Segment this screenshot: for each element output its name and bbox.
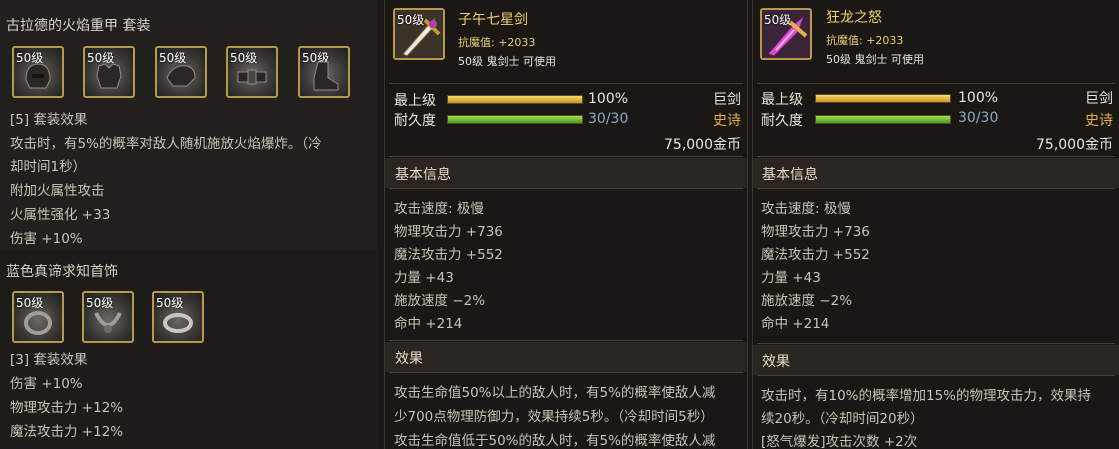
item-level: 50级: [764, 13, 792, 27]
set-item-slot[interactable]: 50级: [152, 291, 204, 343]
necklace-icon: [94, 312, 122, 333]
set-item-slot[interactable]: 50级: [12, 46, 64, 98]
item-name: 狂龙之怒: [826, 10, 882, 26]
item-tooltip: 50级 狂龙之怒 抗魔值: +2033 50级 鬼剑士 可使用 最上级 100%…: [752, 0, 1119, 449]
stat-line: 施放速度 −2%: [394, 293, 486, 309]
shoulder-armor-icon: [166, 65, 196, 87]
divider: [389, 156, 743, 157]
durability-label: 耐久度: [394, 113, 436, 129]
anti-magic-value: 抗魔值: +2033: [826, 34, 904, 47]
set-item-slot[interactable]: 50级: [83, 46, 135, 98]
item-rarity: 史诗: [713, 113, 741, 129]
set-effect-header: [3] 套装效果: [10, 352, 88, 368]
durability-label: 耐久度: [761, 113, 803, 129]
stat-line: 魔法攻击力 +552: [394, 247, 503, 263]
set-effect-line: 魔法攻击力 +12%: [10, 424, 124, 440]
durability-value: 30/30: [958, 110, 999, 126]
durability-bar-fill: [448, 116, 582, 123]
stat-line: 攻击速度: 极慢: [761, 201, 851, 217]
durability-value: 30/30: [588, 111, 629, 127]
item-icon-slot: 50级: [393, 8, 445, 60]
stat-line: 物理攻击力 +736: [761, 224, 870, 240]
set-effect-line: 物理攻击力 +12%: [10, 400, 124, 416]
item-type: 巨剑: [1085, 91, 1113, 107]
stat-line: 魔法攻击力 +552: [761, 247, 870, 263]
grade-label: 最上级: [761, 92, 803, 108]
item-price: 75,000金币: [664, 137, 741, 153]
section-header-bg: [753, 345, 1119, 375]
effect-line: 续20秒。（冷却时间20秒）: [761, 411, 924, 427]
effect-line: 少700点物理防御力，效果持续5秒。（冷却时间5秒）: [394, 409, 714, 425]
section-header-bg: [385, 342, 747, 372]
item-icon-slot: 50级: [760, 8, 812, 60]
item-level: 50级: [397, 13, 425, 27]
effect-header: 效果: [762, 354, 790, 370]
effect-line: [怒气爆发]攻击次数 +2次: [761, 434, 918, 449]
divider: [389, 188, 743, 189]
divider: [757, 156, 1115, 157]
item-rarity: 史诗: [1085, 113, 1113, 129]
set-effect-line: 火属性强化 +33: [10, 207, 111, 223]
item-requirement: 50级 鬼剑士 可使用: [458, 55, 556, 68]
item-type: 巨剑: [713, 92, 741, 108]
basic-info-header: 基本信息: [395, 167, 451, 183]
divider: [389, 83, 743, 84]
divider: [757, 343, 1115, 344]
set-effect-line: 伤害 +10%: [10, 376, 83, 392]
bracelet-icon: [24, 311, 52, 335]
divider: [757, 188, 1115, 189]
stat-line: 攻击速度: 极慢: [394, 201, 484, 217]
set-title: 蓝色真谛求知首饰: [6, 264, 118, 280]
set-effect-line: 却时间1秒）: [10, 159, 87, 175]
divider: [389, 340, 743, 341]
ring-icon: [163, 313, 193, 333]
anti-magic-value: 抗魔值: +2033: [458, 36, 536, 49]
set-item-slot[interactable]: 50级: [82, 291, 134, 343]
effect-line: 攻击生命值低于50%的敌人时，有5%的概率使敌人减: [394, 433, 716, 449]
stat-line: 物理攻击力 +736: [394, 224, 503, 240]
divider: [389, 372, 743, 373]
effect-line: 攻击时，有10%的概率增加15%的物理攻击力，效果持: [761, 388, 1092, 404]
grade-bar: [815, 94, 951, 103]
set-effect-line: 伤害 +10%: [10, 231, 83, 247]
set-effect-line: 附加火属性攻击: [10, 183, 105, 199]
set-title: 古拉德的火焰重甲 套装: [6, 18, 151, 34]
set-item-slot[interactable]: 50级: [298, 46, 350, 98]
set-item-slot[interactable]: 50级: [155, 46, 207, 98]
stat-line: 力量 +43: [394, 270, 454, 286]
stat-line: 施放速度 −2%: [761, 293, 853, 309]
item-tooltip: 50级 子午七星剑 抗魔值: +2033 50级 鬼剑士 可使用 最上级 100…: [384, 0, 748, 449]
stat-line: 命中 +214: [394, 316, 463, 332]
item-name: 子午七星剑: [458, 12, 528, 28]
grade-bar-fill: [448, 96, 582, 103]
item-price: 75,000金币: [1036, 137, 1113, 153]
set-item-slot[interactable]: 50级: [226, 46, 278, 98]
grade-bar: [447, 95, 583, 104]
durability-bar-fill: [816, 116, 950, 123]
stat-line: 力量 +43: [761, 270, 821, 286]
divider: [757, 83, 1115, 84]
grade-label: 最上级: [394, 93, 436, 109]
chest-armor-icon: [96, 63, 122, 89]
belt-icon: [237, 69, 267, 85]
effect-line: 攻击生命值50%以上的敌人时，有5%的概率使敌人减: [394, 385, 716, 401]
helmet-icon: [25, 63, 51, 89]
grade-bar-fill: [816, 95, 950, 102]
set-effect-line: 攻击时，有5%的概率对敌人随机施放火焰爆炸。（冷: [10, 136, 322, 152]
grade-percent: 100%: [588, 91, 629, 107]
durability-bar: [447, 115, 583, 124]
durability-bar: [815, 115, 951, 124]
grade-percent: 100%: [958, 90, 999, 106]
set-effect-header: [5] 套装效果: [10, 112, 88, 128]
set-bonus-section: 蓝色真谛求知首饰 50级 50级 50级 [3] 套装效果 伤害 +10% 物理…: [0, 250, 378, 449]
item-requirement: 50级 鬼剑士 可使用: [826, 53, 924, 66]
basic-info-header: 基本信息: [762, 167, 818, 183]
effect-header: 效果: [395, 351, 423, 367]
set-item-slot[interactable]: 50级: [12, 291, 64, 343]
stat-line: 命中 +214: [761, 316, 830, 332]
boots-icon: [313, 61, 339, 91]
set-bonus-panel: 古拉德的火焰重甲 套装 50级 50级 50级 50级 50级 [5] 套装效果…: [0, 0, 378, 449]
divider: [757, 375, 1115, 376]
